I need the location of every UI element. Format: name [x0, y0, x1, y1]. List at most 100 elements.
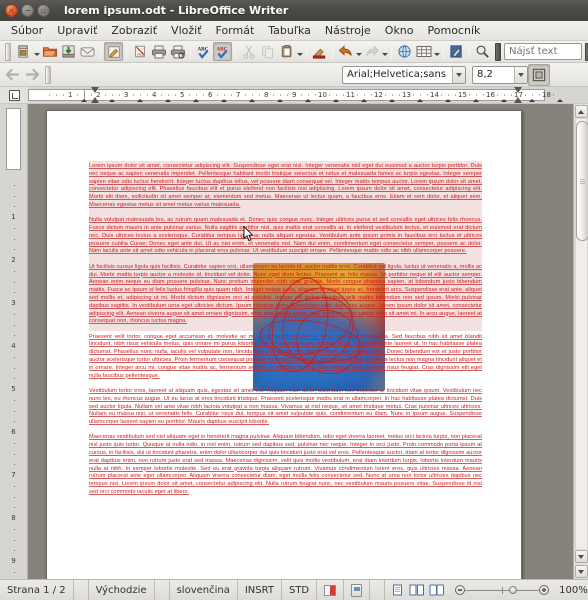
selection-mode-status[interactable]: STD: [282, 580, 318, 600]
document-body-text[interactable]: Lorem ipsum dolor sit amet, consectetur …: [89, 163, 482, 504]
copy-icon[interactable]: [258, 42, 277, 61]
clone-formatting-icon[interactable]: [310, 42, 329, 61]
insert-table-icon[interactable]: [414, 42, 433, 61]
ruler-tab-stop[interactable]: [249, 99, 255, 102]
horizontal-ruler[interactable]: 1 2 3 4 5 6 7 8 9 10 11 12 13 14 15 16 17 18: [28, 87, 588, 103]
document-canvas[interactable]: Lorem ipsum dolor sit amet, consectetur …: [28, 104, 573, 579]
ruler-tab-stop[interactable]: [473, 99, 479, 102]
right-indent-bottom-marker[interactable]: [514, 97, 522, 103]
find-toolbar-drag-handle[interactable]: [495, 42, 501, 61]
ruler-tab-stop[interactable]: [277, 99, 283, 102]
ruler-tab-stop[interactable]: [557, 99, 563, 102]
save-document-icon[interactable]: [59, 42, 78, 61]
autospellcheck-icon[interactable]: ABC: [213, 42, 232, 61]
redo-dropdown-icon[interactable]: [381, 42, 388, 61]
vertical-scrollbar[interactable]: [573, 104, 588, 579]
section-status[interactable]: [370, 580, 386, 600]
paste-dropdown-icon[interactable]: [296, 42, 303, 61]
first-line-indent-marker[interactable]: [91, 97, 99, 103]
scroll-up-button[interactable]: [574, 105, 588, 118]
ruler-tab-stop[interactable]: [361, 99, 367, 102]
show-draw-functions-icon[interactable]: [447, 42, 466, 61]
right-indent-marker[interactable]: [514, 87, 522, 93]
ruler-tab-stop[interactable]: [137, 99, 143, 102]
document-page-1[interactable]: Lorem ipsum dolor sit amet, consectetur …: [46, 110, 522, 579]
scroll-down-button[interactable]: [574, 550, 588, 563]
scroll-thumb[interactable]: [575, 121, 588, 241]
zoom-slider-knob[interactable]: [509, 585, 518, 594]
vertical-ruler[interactable]: 1 2 3 4 5 6 7 8 9: [0, 104, 28, 579]
ruler-tab-stop[interactable]: [305, 99, 311, 102]
font-size-combobox[interactable]: 8,2: [472, 65, 528, 84]
ruler-tab-stop[interactable]: [193, 99, 199, 102]
insert-mode-status[interactable]: INSRT: [238, 580, 282, 600]
insert-table-dropdown-icon[interactable]: [433, 42, 440, 61]
ruler-tab-stop[interactable]: [445, 99, 451, 102]
unknown-status[interactable]: [155, 580, 170, 600]
search-input[interactable]: [504, 43, 582, 60]
print-preview-icon[interactable]: [168, 42, 187, 61]
left-indent-marker[interactable]: [91, 87, 99, 93]
menu-item-okno[interactable]: Okno: [378, 22, 421, 39]
font-size-dropdown-icon[interactable]: [514, 66, 527, 83]
ruler-tab-stop[interactable]: [389, 99, 395, 102]
formatting-toolbar-drag-handle[interactable]: [45, 65, 51, 84]
export-pdf-icon[interactable]: PDF: [130, 42, 149, 61]
menu-item-zobrazit[interactable]: Zobraziť: [104, 22, 164, 39]
new-document-dropdown-icon[interactable]: [33, 42, 40, 61]
ruler-tab-stop[interactable]: [417, 99, 423, 102]
tab-stop-selector-icon[interactable]: [8, 89, 20, 101]
menu-item-tabulka[interactable]: Tabuľka: [261, 22, 318, 39]
ruler-corner-box[interactable]: [0, 87, 28, 103]
multi-page-view-icon[interactable]: [409, 583, 425, 597]
spelling-check-icon[interactable]: ABC: [194, 42, 213, 61]
new-document-icon[interactable]: [14, 42, 33, 61]
language-status[interactable]: slovenčina: [170, 580, 238, 600]
document-modified-icon[interactable]: [317, 580, 345, 600]
zoom-out-icon[interactable]: [455, 585, 466, 595]
find-and-replace-icon[interactable]: [473, 42, 492, 61]
menu-item-nastroje[interactable]: Nástroje: [318, 22, 378, 39]
ruler-tab-stop[interactable]: [165, 99, 171, 102]
ruler-tab-stop[interactable]: [221, 99, 227, 102]
menu-item-vlozit[interactable]: Vložiť: [164, 22, 208, 39]
hyperlink-icon[interactable]: [395, 42, 414, 61]
page-style-status[interactable]: Východzie: [89, 580, 155, 600]
paste-icon[interactable]: [277, 42, 296, 61]
menu-item-format[interactable]: Formát: [209, 22, 262, 39]
menu-item-upravit[interactable]: Upraviť: [50, 22, 104, 39]
back-arrow-icon[interactable]: [2, 65, 22, 85]
redo-icon[interactable]: [362, 42, 381, 61]
toolbar-drag-handle[interactable]: [5, 42, 11, 61]
ruler-tab-stop[interactable]: [529, 99, 535, 102]
edit-mode-icon[interactable]: [104, 42, 123, 61]
print-icon[interactable]: [149, 42, 168, 61]
next-page-button[interactable]: [574, 565, 588, 578]
close-window-button[interactable]: ×: [5, 4, 18, 17]
maximize-window-button[interactable]: ▫: [37, 4, 50, 17]
page-count-status[interactable]: Strana 1 / 2: [0, 580, 74, 600]
menu-item-subor[interactable]: Súbor: [4, 22, 50, 39]
undo-icon[interactable]: [336, 42, 355, 61]
zoom-slider-track[interactable]: [465, 585, 540, 594]
forward-arrow-icon[interactable]: [22, 65, 42, 85]
font-name-combobox[interactable]: Arial;Helvetica;sans: [342, 65, 466, 84]
email-document-icon[interactable]: [78, 42, 97, 61]
single-page-view-icon[interactable]: [389, 583, 405, 597]
word-count-status[interactable]: [74, 580, 89, 600]
menu-item-pomocnik[interactable]: Pomocník: [421, 22, 488, 39]
zoom-slider[interactable]: [449, 580, 555, 600]
undo-dropdown-icon[interactable]: [355, 42, 362, 61]
scroll-track[interactable]: [574, 119, 588, 549]
zoom-in-icon[interactable]: [539, 585, 550, 595]
open-document-icon[interactable]: [40, 42, 59, 61]
minimize-window-button[interactable]: −: [21, 4, 34, 17]
digital-signature-status[interactable]: [344, 580, 371, 600]
font-name-dropdown-icon[interactable]: [452, 66, 465, 83]
character-formatting-icon[interactable]: [528, 63, 550, 86]
ruler-tab-stop[interactable]: [109, 99, 115, 102]
book-view-icon[interactable]: [429, 583, 445, 597]
ruler-tab-stop[interactable]: [81, 99, 87, 102]
ruler-tab-stop[interactable]: [501, 99, 507, 102]
ruler-tab-stop[interactable]: [333, 99, 339, 102]
